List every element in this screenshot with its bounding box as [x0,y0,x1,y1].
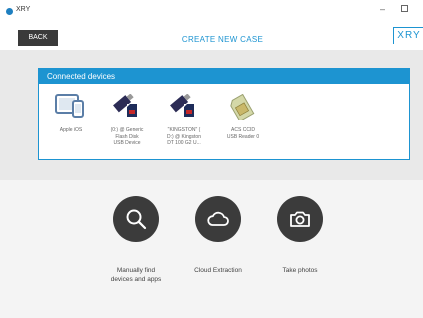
take-photos-button[interactable] [277,196,323,242]
manual-find-action[interactable]: Manually find devices and apps [96,196,176,296]
connected-devices-panel: Connected devices Apple iOS (0:) @ Gener… [38,68,410,160]
tablet-phone-icon [55,94,84,118]
device-label: Apple iOS [59,127,83,133]
sim-card-icon [230,94,255,120]
device-label: ACS CCID USB Reader 0 [226,127,260,140]
sd-card-usb-icon [170,94,194,117]
back-button[interactable]: BACK [18,30,58,46]
take-photos-action[interactable]: Take photos [260,196,340,296]
search-icon [126,209,147,230]
connected-devices-header: Connected devices [39,69,409,84]
maximize-icon[interactable] [401,5,408,12]
cloud-icon [207,211,229,226]
device-label: "KINGSTON" ( D:) @ Kingston DT 100 G2 U.… [167,127,201,146]
sd-card-usb-icon [113,94,137,117]
window-titlebar: XRY – [0,0,423,22]
device-label: (0:) @ Generic Flash Disk USB Device [110,127,144,146]
app-header: BACK CREATE NEW CASE XRY [0,22,423,50]
app-icon [6,8,13,15]
device-generic-flash-disk[interactable]: (0:) @ Generic Flash Disk USB Device [97,86,157,156]
device-apple-ios[interactable]: Apple iOS [41,86,101,156]
cloud-extraction-button[interactable] [195,196,241,242]
manual-find-button[interactable] [113,196,159,242]
minimize-icon[interactable]: – [380,4,385,14]
page-title: CREATE NEW CASE [181,35,264,44]
cloud-extraction-action[interactable]: Cloud Extraction [178,196,258,296]
cloud-extraction-label: Cloud Extraction [194,267,242,274]
take-photos-label: Take photos [282,267,318,274]
connected-devices-title: Connected devices [47,72,116,81]
camera-icon [290,211,310,227]
xry-logo: XRY [393,27,423,44]
device-acs-ccid-reader[interactable]: ACS CCID USB Reader 0 [213,86,273,156]
manual-find-label: Manually find devices and apps [110,267,162,283]
device-kingston[interactable]: "KINGSTON" ( D:) @ Kingston DT 100 G2 U.… [154,86,214,156]
window-title: XRY [16,6,31,13]
